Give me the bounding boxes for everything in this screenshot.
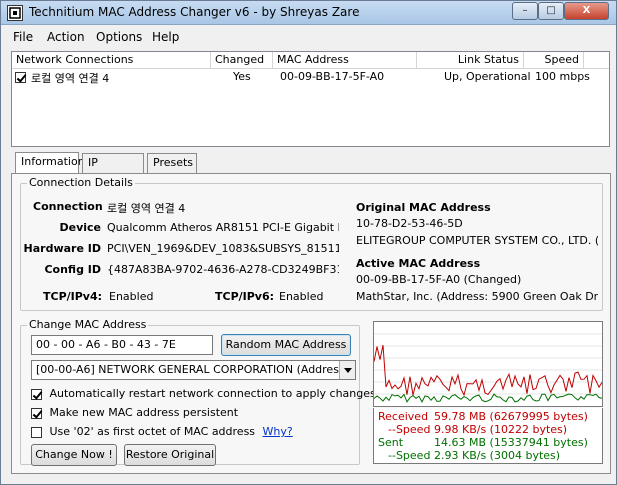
received-speed-value: 9.98 KB/s (10222 bytes): [434, 423, 568, 436]
device-value: Qualcomm Atheros AR8151 PCI-E Gigabit Et…: [107, 221, 339, 234]
tab-ip-address[interactable]: IP Address: [82, 153, 144, 187]
column-header-mac[interactable]: MAC Address: [273, 52, 417, 69]
random-mac-button[interactable]: Random MAC Address: [221, 334, 351, 356]
active-mac-value: 00-09-BB-17-5F-A0 (Changed): [356, 273, 522, 286]
row-checkbox[interactable]: [15, 70, 26, 83]
menu-action[interactable]: Action: [47, 30, 85, 44]
connection-details-title: Connection Details: [27, 176, 135, 189]
sent-label: Sent: [378, 436, 404, 449]
menu-options[interactable]: Options: [96, 30, 142, 44]
tcpv6-label: TCP/IPv6:: [215, 290, 275, 303]
use-02-label: Use '02' as first octet of MAC address: [49, 425, 256, 438]
column-header-filler: [584, 52, 609, 69]
row-link-status: Up, Operational: [444, 70, 531, 83]
app-logo-icon: [7, 5, 23, 21]
tcpv4-label: TCP/IPv4:: [43, 290, 103, 303]
active-mac-title: Active MAC Address: [356, 257, 481, 270]
minimize-button[interactable]: –: [512, 2, 538, 20]
sent-speed-value: 2.93 KB/s (3004 bytes): [434, 449, 561, 462]
row-speed: 100 mbps: [535, 70, 590, 83]
chevron-down-icon[interactable]: [339, 361, 355, 379]
active-vendor: MathStar, Inc. (Address: 5900 Green Oak …: [356, 290, 598, 303]
app-window: Technitium MAC Address Changer v6 - by S…: [0, 0, 617, 485]
config-id-value: {487A83BA-9702-4636-A278-CD3249BF31DB}: [107, 263, 339, 276]
restore-original-button[interactable]: Restore Original: [124, 444, 216, 466]
sent-value: 14.63 MB (15337941 bytes): [434, 436, 588, 449]
hardware-id-value: PCI\VEN_1969&DEV_1083&SUBSYS_8151101962: [107, 242, 339, 255]
title-bar[interactable]: Technitium MAC Address Changer v6 - by S…: [1, 1, 616, 25]
connection-label: Connection: [33, 200, 103, 213]
change-now-button[interactable]: Change Now !: [31, 444, 117, 466]
traffic-graph-svg: [373, 333, 603, 403]
vendor-select-value: [00-00-A6] NETWORK GENERAL CORPORATION (…: [36, 363, 356, 376]
information-panel: Connection Details Connection 로컬 영역 연결 4…: [11, 173, 611, 474]
column-header-changed[interactable]: Changed: [211, 52, 273, 69]
menu-help[interactable]: Help: [152, 30, 179, 44]
connections-table[interactable]: Network Connections Changed MAC Address …: [11, 51, 610, 147]
row-mac: 00-09-BB-17-5F-A0: [280, 70, 385, 83]
original-vendor: ELITEGROUP COMPUTER SYSTEM CO., LTD. (Ad…: [356, 234, 598, 247]
tab-information[interactable]: Information: [15, 152, 85, 174]
sent-speed-label: --Speed: [388, 449, 431, 462]
row-changed: Yes: [233, 70, 251, 83]
sent-series-line: [373, 393, 603, 403]
use-02-checkbox[interactable]: [31, 426, 42, 438]
received-value: 59.78 MB (62679995 bytes): [434, 410, 588, 423]
tcpv4-value: Enabled: [109, 290, 154, 303]
column-header-speed[interactable]: Speed: [524, 52, 584, 69]
persistent-option[interactable]: Make new MAC address persistent: [31, 406, 238, 419]
why-link[interactable]: Why?: [263, 425, 293, 438]
menu-file[interactable]: File: [13, 30, 33, 44]
use-02-option[interactable]: Use '02' as first octet of MAC address W…: [31, 425, 293, 438]
menu-bar: File Action Options Help: [1, 26, 616, 48]
hardware-id-label: Hardware ID: [23, 242, 101, 255]
persistent-label: Make new MAC address persistent: [49, 406, 239, 419]
traffic-stats: Received 59.78 MB (62679995 bytes) --Spe…: [373, 408, 603, 464]
original-mac-value: 10-78-D2-53-46-5D: [356, 217, 463, 230]
tab-presets[interactable]: Presets: [147, 153, 197, 173]
table-row[interactable]: 로컬 영역 연결 4 Yes 00-09-BB-17-5F-A0 Up, Ope…: [12, 69, 609, 86]
tcpv6-value: Enabled: [279, 290, 324, 303]
window-title: Technitium MAC Address Changer v6 - by S…: [29, 5, 360, 19]
auto-restart-option[interactable]: Automatically restart network connection…: [31, 387, 376, 400]
change-mac-title: Change MAC Address: [27, 318, 149, 331]
config-id-label: Config ID: [44, 263, 101, 276]
connection-value: 로컬 영역 연결 4: [107, 202, 186, 215]
auto-restart-label: Automatically restart network connection…: [49, 387, 376, 400]
row-connection-name: 로컬 영역 연결 4: [31, 72, 110, 85]
persistent-checkbox[interactable]: [31, 407, 42, 419]
received-label: Received: [378, 410, 429, 423]
auto-restart-checkbox[interactable]: [31, 388, 42, 400]
maximize-button[interactable]: □: [538, 2, 564, 20]
mac-address-input[interactable]: 00 - 00 - A6 - B0 - 43 - 7E: [31, 335, 213, 355]
column-header-connections[interactable]: Network Connections: [12, 52, 211, 69]
connection-details-group: Connection Details Connection 로컬 영역 연결 4…: [20, 176, 603, 311]
column-header-link-status[interactable]: Link Status: [417, 52, 524, 69]
original-mac-title: Original MAC Address: [356, 201, 491, 214]
traffic-graph: [373, 321, 603, 407]
close-button[interactable]: X: [564, 2, 609, 20]
change-mac-group: Change MAC Address 00 - 00 - A6 - B0 - 4…: [20, 318, 376, 466]
received-speed-label: --Speed: [388, 423, 431, 436]
device-label: Device: [59, 221, 101, 234]
vendor-select[interactable]: [00-00-A6] NETWORK GENERAL CORPORATION (…: [31, 360, 356, 380]
